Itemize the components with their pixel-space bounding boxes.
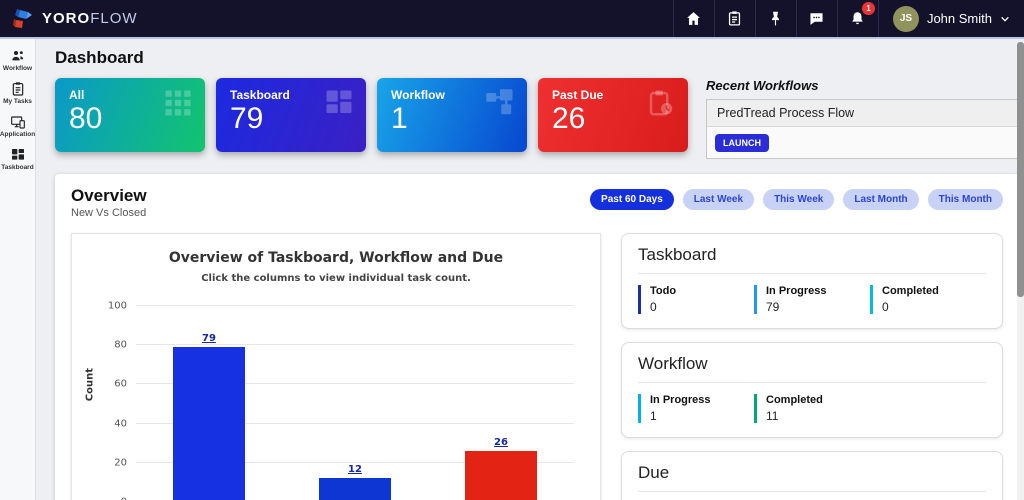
yoroflow-logo-icon: [13, 8, 32, 28]
y-tick-label: 40: [114, 418, 127, 430]
panel-taskboard: Taskboard Todo 0 In Progress 79 Complete…: [621, 233, 1003, 329]
notification-badge: 1: [861, 2, 875, 15]
flowchart-icon: [486, 89, 513, 115]
grid-dots-icon: [165, 90, 191, 116]
y-tick-label: 20: [114, 457, 127, 469]
overview-subtitle: New Vs Closed: [71, 207, 147, 219]
sidebar-item-workflow[interactable]: Workflow: [0, 48, 35, 72]
filter-past-60-days[interactable]: Past 60 Days: [590, 189, 674, 210]
stat-cards: All 80 Taskboard 79 Workflow 1 Past Due …: [55, 78, 688, 159]
filter-last-week[interactable]: Last Week: [682, 189, 755, 210]
home-button[interactable]: [672, 0, 714, 37]
chart-title: Overview of Taskboard, Workflow and Due: [168, 250, 504, 266]
stat-card-taskboard[interactable]: Taskboard 79: [216, 78, 366, 152]
avatar: JS: [892, 5, 919, 32]
user-name: John Smith: [926, 11, 992, 26]
navbar-actions: 1 JS John Smith: [672, 0, 1024, 37]
chat-button[interactable]: [795, 0, 837, 37]
pin-button[interactable]: [754, 0, 796, 37]
top-navbar: YOROFLOW 1 JS John Smith: [0, 0, 1024, 39]
pin-icon: [772, 11, 780, 26]
filter-this-month[interactable]: This Month: [927, 189, 1003, 210]
sidebar-item-application[interactable]: Application: [0, 114, 35, 138]
scrollbar-thumb[interactable]: [1017, 42, 1024, 297]
filter-last-month[interactable]: Last Month: [843, 189, 919, 210]
app-logo[interactable]: YOROFLOW: [0, 7, 138, 31]
bar-chart: Overview of Taskboard, Workflow and Due …: [71, 233, 601, 500]
divider: [638, 273, 986, 274]
y-tick-label: 80: [114, 339, 127, 351]
main-content: Dashboard All 80 Taskboard 79 Workflow 1…: [36, 39, 1024, 500]
sidebar-item-taskboard[interactable]: Taskboard: [0, 147, 35, 171]
stat-card-workflow[interactable]: Workflow 1: [377, 78, 527, 152]
panel-workflow: Workflow In Progress 1 Completed 11: [621, 342, 1003, 438]
y-axis-label: Count: [84, 367, 96, 402]
recent-workflow-item[interactable]: PredTread Process Flow: [707, 100, 1018, 127]
bar-due[interactable]: [465, 451, 537, 500]
workflow-icon: [11, 51, 23, 61]
clipboard-clock-icon: [649, 90, 673, 116]
chart-plot: 0 20 40 60 80 100 79Taskboard12Workflow26Due: [108, 301, 574, 500]
page-title: Dashboard: [55, 48, 144, 67]
my-tasks-icon: [12, 82, 23, 96]
time-filters: Past 60 Days Last Week This Week Last Mo…: [590, 189, 1003, 210]
stat-card-all[interactable]: All 80: [55, 78, 205, 152]
stat-in-progress: In Progress 79: [754, 285, 870, 314]
y-tick-label: 100: [107, 300, 127, 312]
stat-in-progress: In Progress 1: [638, 394, 754, 423]
stat-completed: Completed 11: [754, 394, 870, 423]
chevron-down-icon: [1001, 16, 1009, 22]
divider: [638, 491, 986, 492]
divider: [638, 382, 986, 383]
bar-value-label[interactable]: 12: [282, 464, 428, 475]
vertical-scrollbar: [1017, 41, 1024, 500]
y-tick-label: 60: [114, 378, 127, 390]
y-tick-label: 0: [121, 497, 127, 500]
bar-slot: 12Workflow: [282, 306, 428, 500]
bar-value-label[interactable]: 26: [428, 437, 574, 448]
brand-text: YOROFLOW: [42, 10, 138, 27]
tasks-icon: [729, 11, 741, 26]
recent-workflows: Recent Workflows PredTread Process Flow …: [706, 78, 1019, 159]
notifications-button[interactable]: 1: [836, 0, 878, 37]
chart-subtitle: Click the columns to view individual tas…: [201, 273, 471, 284]
stat-card-past-due[interactable]: Past Due 26: [538, 78, 688, 152]
tasks-button[interactable]: [713, 0, 755, 37]
application-icon: [10, 116, 25, 129]
bar-slot: 79Taskboard: [136, 306, 282, 500]
overview-title: Overview: [71, 186, 147, 205]
filter-this-week[interactable]: This Week: [763, 189, 835, 210]
stat-completed: Completed 0: [870, 285, 986, 314]
panel-due: Due In Taskboard 26 In Workflow 0: [621, 451, 1003, 500]
bar-slot: 26Due: [428, 306, 574, 500]
taskboard-icon: [11, 149, 24, 160]
overview-section: Overview New Vs Closed Past 60 Days Last…: [55, 174, 1019, 500]
home-icon: [687, 12, 701, 25]
summary-panels: Taskboard Todo 0 In Progress 79 Complete…: [621, 233, 1003, 500]
recent-workflows-title: Recent Workflows: [706, 78, 819, 93]
stat-todo: Todo 0: [638, 285, 754, 314]
recent-workflow-actions: LAUNCH: [707, 127, 1018, 158]
bar-taskboard[interactable]: [173, 347, 245, 500]
chat-icon: [810, 13, 823, 25]
launch-button[interactable]: LAUNCH: [715, 134, 769, 152]
sidebar-item-my-tasks[interactable]: My Tasks: [0, 81, 35, 105]
left-sidebar: Workflow My Tasks Application Taskboard: [0, 39, 36, 500]
user-menu[interactable]: JS John Smith: [877, 0, 1024, 37]
bar-value-label[interactable]: 79: [136, 333, 282, 344]
grid-squares-icon: [326, 90, 352, 113]
recent-workflows-list: PredTread Process Flow LAUNCH: [706, 99, 1019, 159]
bar-workflow[interactable]: [319, 478, 391, 500]
